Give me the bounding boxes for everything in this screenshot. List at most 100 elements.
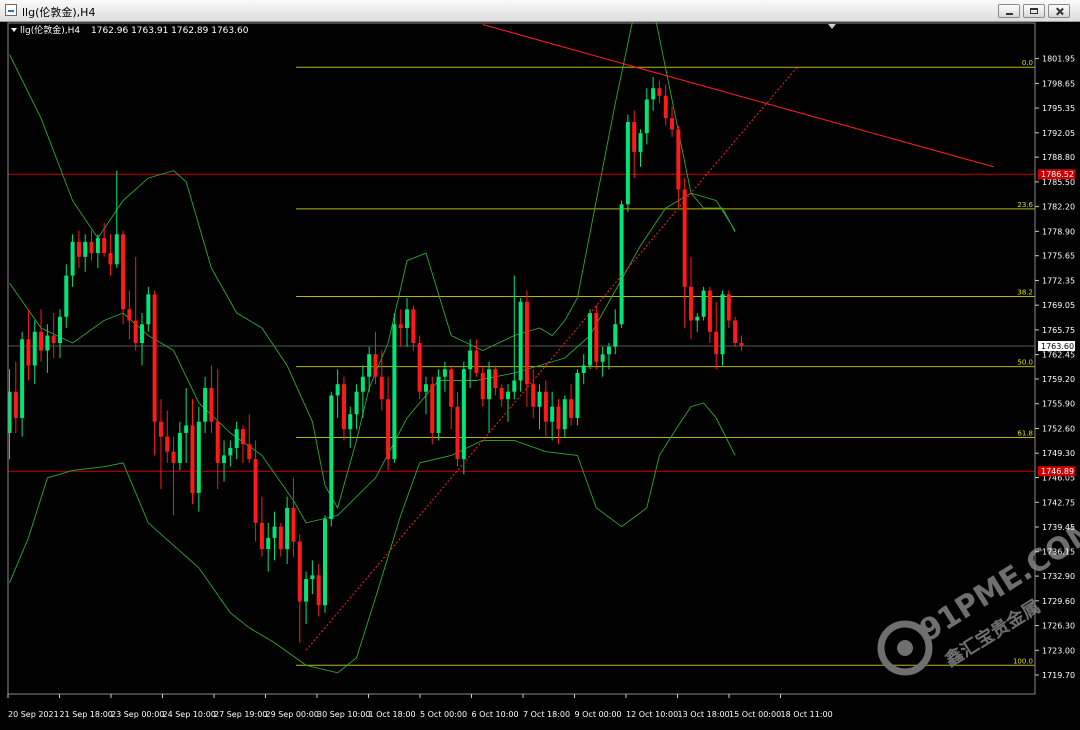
- candle-body: [670, 118, 675, 130]
- candle: [335, 369, 340, 418]
- candle-body: [222, 455, 227, 463]
- y-tick-label: 1742.75: [1042, 498, 1075, 507]
- candle: [493, 365, 498, 396]
- candle-body: [581, 365, 586, 373]
- maximize-button[interactable]: [1023, 4, 1045, 18]
- candle-body: [449, 369, 454, 407]
- close-button[interactable]: [1048, 4, 1070, 18]
- trend-lines[interactable]: [305, 24, 994, 651]
- candle-body: [70, 241, 75, 276]
- candle-body: [524, 301, 529, 385]
- y-tick-label: 1801.95: [1042, 55, 1075, 64]
- candle: [316, 564, 321, 617]
- candle-body: [512, 380, 517, 392]
- candle-body: [423, 384, 428, 392]
- candle-body: [676, 129, 681, 190]
- candle-body: [108, 253, 113, 265]
- candle-body: [146, 294, 151, 325]
- candle: [95, 234, 100, 269]
- y-tick-label: 1726.30: [1042, 622, 1075, 631]
- fibonacci-retracement[interactable]: 0.0 23.6 38.2 50.0 61.8 100.0: [296, 59, 1035, 666]
- candle-body: [405, 309, 410, 329]
- candle-body: [247, 444, 252, 460]
- candle-body: [253, 459, 258, 523]
- y-tick-label: 1749.30: [1042, 449, 1075, 458]
- candle-body: [127, 309, 132, 321]
- y-tick-label: 1765.75: [1042, 326, 1075, 335]
- price-chart[interactable]: 0.0 23.6 38.2 50.0 61.8 100.0 91PME.COM 鑫汇宝贵金…: [0, 22, 1080, 730]
- candle: [70, 234, 75, 287]
- collapse-arrow-icon[interactable]: [11, 28, 17, 32]
- candle-body: [480, 372, 485, 400]
- candle: [39, 309, 44, 362]
- candle: [341, 376, 346, 441]
- candle-body: [152, 294, 157, 422]
- fib-level-label: 0.0: [1022, 59, 1033, 67]
- candle: [259, 496, 264, 557]
- chart-window-icon: [5, 4, 17, 16]
- candle: [83, 234, 88, 272]
- candle: [348, 406, 353, 448]
- title-bar[interactable]: llg(伦敦金),H4: [0, 0, 1080, 22]
- candle-body: [310, 575, 315, 580]
- candle-body: [228, 447, 233, 456]
- candle-body: [297, 541, 302, 602]
- candle-body: [543, 391, 548, 422]
- candle-body: [707, 290, 712, 332]
- candle: [461, 361, 466, 475]
- candle: [562, 395, 567, 437]
- candle: [644, 88, 649, 145]
- candle-body: [348, 414, 353, 430]
- candle-body: [76, 241, 81, 257]
- candle: [386, 376, 391, 471]
- candle-body: [215, 421, 220, 463]
- fib-level-label: 100.0: [1013, 657, 1033, 665]
- y-tick-label: 1782.20: [1042, 203, 1075, 212]
- bollinger-bands: [9, 22, 736, 674]
- candle: [51, 313, 56, 359]
- y-tick-label: 1772.35: [1042, 276, 1075, 285]
- candle-body: [594, 313, 599, 362]
- y-tick-label: 1798.65: [1042, 79, 1075, 88]
- fib-level-label: 61.8: [1017, 429, 1033, 437]
- candle: [594, 305, 599, 370]
- candle: [146, 286, 151, 332]
- candle-body: [468, 350, 473, 370]
- candle-body: [726, 294, 731, 321]
- candle: [411, 305, 416, 351]
- chart-shift-marker-icon[interactable]: [828, 24, 836, 29]
- candle: [272, 511, 277, 561]
- candles: [7, 76, 744, 643]
- candle-body: [417, 343, 422, 392]
- candle-body: [442, 369, 447, 377]
- x-axis: 20 Sep 2021 21 Sep 18:0023 Sep 00:0024 Se…: [7, 694, 833, 719]
- candle-body: [613, 324, 618, 347]
- candle-body: [335, 384, 340, 396]
- candlestick-chart[interactable]: 0.023.638.250.061.8100.0 91PME.COM 鑫汇宝贵金…: [0, 22, 1080, 730]
- candle-body: [177, 432, 182, 463]
- candle-body: [240, 429, 245, 445]
- y-tick-label: 1759.20: [1042, 375, 1075, 384]
- fib-level-label: 50.0: [1017, 359, 1033, 367]
- candle-body: [184, 425, 189, 433]
- watermark-logo-inner: [897, 640, 913, 656]
- candle-body: [329, 395, 334, 520]
- candle: [209, 365, 214, 433]
- candle-body: [171, 451, 176, 463]
- candle: [114, 170, 119, 269]
- candle: [543, 380, 548, 437]
- candle: [449, 365, 454, 430]
- minimize-button[interactable]: [998, 4, 1020, 18]
- candle-body: [291, 507, 296, 542]
- candle: [625, 114, 630, 212]
- candle: [531, 369, 536, 418]
- y-tick-label: 1719.70: [1042, 671, 1075, 680]
- candle: [190, 399, 195, 505]
- candle-body: [663, 95, 668, 119]
- candle: [253, 440, 258, 542]
- candle: [606, 343, 611, 370]
- symbol-label: llg(伦敦金),H4: [20, 24, 80, 36]
- candle: [714, 301, 719, 370]
- candle: [455, 391, 460, 467]
- candle-body: [203, 387, 208, 422]
